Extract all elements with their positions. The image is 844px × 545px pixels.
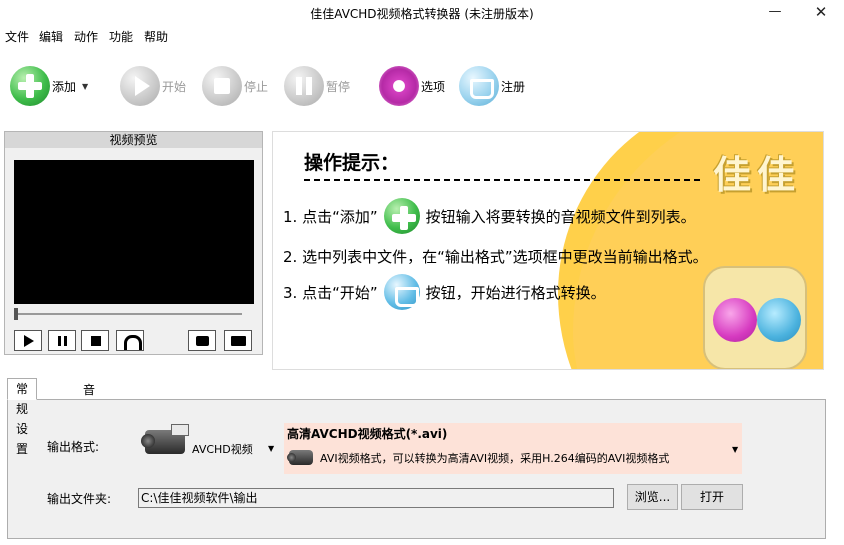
- output-format-label: 输出格式:: [47, 440, 100, 454]
- format-category-select[interactable]: AVCHD视频: [192, 441, 253, 457]
- tip-step-3-pre: 3. 点击“开始”: [283, 283, 378, 302]
- camcorder-icon: [287, 445, 317, 469]
- register-label: 注册: [501, 79, 526, 94]
- stop-button[interactable]: 停止: [202, 64, 268, 108]
- minimize-button[interactable]: —: [752, 0, 798, 26]
- open-folder-button[interactable]: 打开: [681, 484, 743, 510]
- add-button[interactable]: 添加 ▼: [10, 64, 88, 108]
- close-button[interactable]: ✕: [798, 0, 844, 26]
- window-title: 佳佳AVCHD视频格式转换器 (未注册版本): [310, 7, 534, 21]
- tip-step-2: 2. 选中列表中文件，在“输出格式”选项框中更改当前输出格式。: [283, 248, 708, 266]
- snapshot-button[interactable]: [188, 330, 216, 351]
- seek-thumb[interactable]: [14, 308, 18, 320]
- tip-step-1: 1. 点击“添加” 按钮输入将要转换的音视频文件到列表。: [283, 198, 696, 234]
- play-icon: [383, 274, 420, 310]
- add-icon: [10, 66, 50, 106]
- pause-icon: [284, 66, 324, 106]
- preview-play-button[interactable]: [14, 330, 42, 351]
- start-button[interactable]: 开始: [120, 64, 186, 108]
- mascot-illustration: [703, 266, 807, 369]
- open-snapshot-folder-button[interactable]: [224, 330, 252, 351]
- tip-step-1-pre: 1. 点击“添加”: [283, 207, 378, 226]
- format-title: 高清AVCHD视频格式(*.avi): [287, 427, 448, 441]
- toolbar: 添加 ▼ 开始 停止 暂停 选项 注册: [0, 58, 844, 118]
- stop-label: 停止: [244, 79, 269, 94]
- tips-banner: 佳佳 操作提示： 1. 点击“添加” 按钮输入将要转换的音视频文件到列表。 2.…: [272, 131, 824, 370]
- menu-function[interactable]: 功能: [109, 28, 133, 45]
- general-settings-panel: 输出格式: AVCHD视频 ▼ 高清AVCHD视频格式(*.avi) AVI视频…: [7, 399, 826, 539]
- register-button[interactable]: 注册: [459, 64, 525, 108]
- preview-title: 视频预览: [5, 132, 262, 148]
- basket-icon: [459, 66, 499, 106]
- chevron-down-icon[interactable]: ▼: [268, 444, 274, 453]
- start-label: 开始: [162, 79, 187, 94]
- tip-step-3-post: 按钮，开始进行格式转换。: [425, 283, 606, 302]
- video-preview-panel: 视频预览: [4, 131, 263, 355]
- add-dropdown-icon[interactable]: ▼: [82, 82, 88, 91]
- add-icon: [383, 198, 420, 234]
- brand-logo: 佳佳: [713, 152, 802, 197]
- browse-button[interactable]: 浏览...: [627, 484, 678, 510]
- camcorder-icon: [141, 422, 195, 460]
- menu-file[interactable]: 文件: [5, 28, 29, 45]
- tip-step-3: 3. 点击“开始” 按钮，开始进行格式转换。: [283, 274, 606, 310]
- tips-heading: 操作提示：: [304, 152, 400, 174]
- output-format-select[interactable]: 高清AVCHD视频格式(*.avi) AVI视频格式，可以转换为高清AVI视频，…: [284, 423, 742, 474]
- camcorder-lens: [287, 453, 296, 462]
- play-icon: [120, 66, 160, 106]
- preview-pause-button[interactable]: [48, 330, 76, 351]
- preview-stop-button[interactable]: [81, 330, 109, 351]
- video-screen: [14, 160, 254, 304]
- preview-loop-button[interactable]: [116, 330, 144, 351]
- pause-button[interactable]: 暂停: [284, 64, 350, 108]
- options-button[interactable]: 选项: [379, 64, 445, 108]
- camcorder-lens: [141, 434, 155, 448]
- stop-icon: [202, 66, 242, 106]
- format-description: AVI视频格式，可以转换为高清AVI视频，采用H.264编码的AVI视频格式: [320, 452, 670, 465]
- output-folder-label: 输出文件夹:: [47, 492, 112, 506]
- menu-edit[interactable]: 编辑: [39, 28, 63, 45]
- options-label: 选项: [421, 79, 446, 94]
- pause-label: 暂停: [326, 79, 351, 94]
- camcorder-screen: [171, 424, 189, 436]
- mascot-left-eye: [713, 298, 757, 342]
- gear-icon: [379, 66, 419, 106]
- menu-help[interactable]: 帮助: [144, 28, 168, 45]
- tips-divider: [304, 179, 700, 181]
- add-label: 添加: [52, 79, 77, 94]
- menu-action[interactable]: 动作: [74, 28, 98, 45]
- tab-general[interactable]: 常规设置: [7, 378, 38, 456]
- seek-bar[interactable]: [14, 313, 242, 315]
- tip-step-1-post: 按钮输入将要转换的音视频文件到列表。: [425, 207, 696, 226]
- output-folder-field[interactable]: C:\佳佳视频软件\输出: [138, 488, 614, 508]
- mascot-right-eye: [757, 298, 801, 342]
- title-bar: 佳佳AVCHD视频格式转换器 (未注册版本) — ✕: [0, 0, 844, 26]
- chevron-down-icon[interactable]: ▼: [732, 445, 738, 454]
- menu-bar: 文件 编辑 动作 功能 帮助: [0, 26, 844, 46]
